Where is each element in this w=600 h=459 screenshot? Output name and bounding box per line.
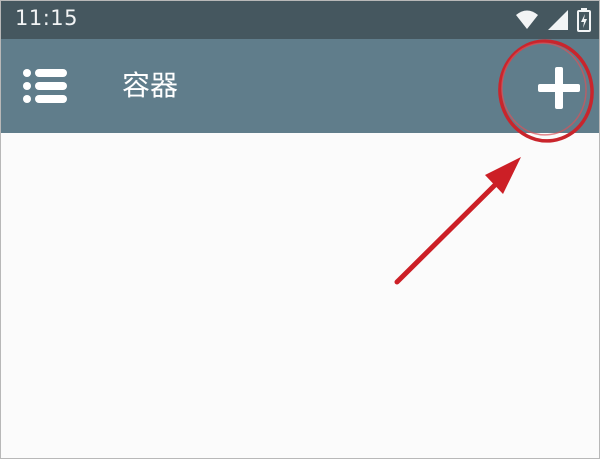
status-time: 11:15 [15, 6, 79, 30]
plus-icon [538, 67, 580, 109]
app-bar: 容器 [1, 39, 599, 133]
container-list-area [1, 133, 599, 458]
battery-icon [577, 8, 591, 32]
app-title: 容器 [122, 69, 179, 102]
add-button[interactable] [527, 59, 591, 117]
wifi-icon [516, 10, 538, 29]
status-icons [515, 8, 591, 32]
cell-signal-icon [548, 10, 568, 30]
menu-button[interactable] [17, 61, 73, 111]
menu-list-icon [23, 69, 67, 103]
phone-screen: 11:15 容器 [0, 0, 600, 459]
status-bar: 11:15 [1, 1, 599, 39]
